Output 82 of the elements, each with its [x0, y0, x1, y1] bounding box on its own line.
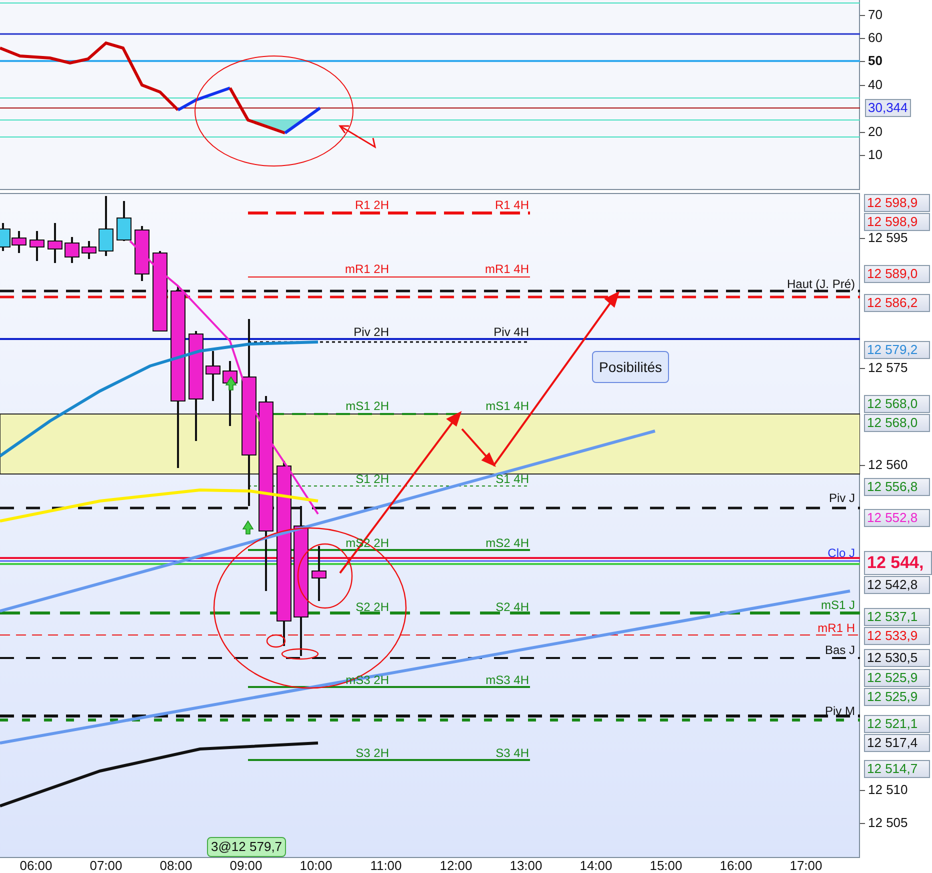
axis-tick-label: 60 [868, 30, 882, 46]
level-label: S3 2H [356, 746, 389, 760]
level-label: mS1 4H [486, 399, 529, 413]
price-tag: 12 552,8 [864, 509, 930, 527]
price-tag: 12 542,8 [864, 576, 930, 594]
level-label: Piv J [828, 491, 855, 505]
price-tag: 12 514,7 [864, 760, 930, 778]
arrow [338, 125, 376, 149]
price-tag: 12 537,1 [864, 608, 930, 626]
time-axis-label: 14:00 [578, 858, 614, 873]
axis-tick-label: 12 595 [868, 230, 908, 246]
axis-tick-label: 20 [868, 124, 882, 140]
annotation-label: Posibilités [592, 351, 670, 383]
level-label: mR1 2H [344, 262, 389, 276]
level-label: mS2 4H [486, 536, 529, 550]
level-label: Piv M [825, 704, 855, 718]
axis-tick-label: 12 505 [868, 815, 908, 831]
level-label: Clo J [828, 546, 855, 560]
time-axis-label: 11:00 [369, 858, 403, 873]
price-tag: 12 568,0 [864, 414, 930, 432]
level-label: S3 4H [496, 746, 529, 760]
candlestick [82, 241, 96, 259]
time-axis-label: 07:00 [88, 858, 124, 873]
level-label: Piv 2H [354, 325, 389, 339]
axis-tick-label: 10 [868, 147, 882, 163]
current-price-tag: 12 544, [864, 551, 932, 575]
time-axis-label: 17:00 [788, 858, 824, 873]
candlestick [12, 231, 26, 253]
price-tag: 12 586,2 [864, 294, 930, 312]
order-tag: 3@12 579,7 [207, 837, 286, 857]
level-label: S2 2H [356, 600, 389, 614]
candlestick [64, 237, 80, 263]
axis-tick-label: 70 [868, 7, 882, 23]
price-tag: 12 525,9 [864, 688, 930, 706]
candlestick [48, 223, 62, 263]
axis-tick-label: 40 [868, 77, 882, 93]
level-label: mS1 2H [346, 399, 389, 413]
candlestick [312, 546, 326, 601]
candlestick [134, 226, 150, 281]
level-label: mS3 4H [486, 673, 529, 687]
time-axis-label: 16:00 [718, 858, 754, 873]
axis-tick-label: 12 560 [868, 457, 908, 473]
level-label: Bas J [824, 643, 855, 657]
time-axis-label: 06:00 [18, 858, 54, 873]
candlestick [0, 223, 10, 251]
price-tag: 12 579,2 [864, 341, 930, 359]
price-tag: 12 556,8 [864, 478, 930, 496]
time-axis-label: 10:00 [298, 858, 334, 873]
time-axis-label: 13:00 [508, 858, 544, 873]
level-label: Piv 4H [494, 325, 529, 339]
level-label: S1 2H [356, 472, 389, 486]
axis-tick-label: 12 510 [868, 782, 908, 798]
axis-tick-label: 12 575 [868, 360, 908, 376]
time-axis-label: 09:00 [228, 858, 264, 873]
level-label: Haut (J. Pré) [786, 277, 855, 291]
time-axis-label: 15:00 [648, 858, 684, 873]
candlestick [206, 351, 220, 401]
axis-tick-label: 50 [868, 53, 882, 69]
price-tag: 12 525,9 [864, 669, 930, 687]
time-axis-label: 12:00 [438, 858, 474, 873]
candlestick [30, 231, 44, 261]
level-label: S1 4H [496, 472, 529, 486]
level-label: mS1 J [820, 598, 855, 612]
level-label: mR1 H [818, 621, 855, 635]
level-label: mR1 4H [484, 262, 529, 276]
price-tag: 12 517,4 [864, 734, 930, 752]
value-tag: 30,344 [865, 99, 911, 117]
level-label: R1 4H [494, 198, 529, 212]
price-tag: 12 533,9 [864, 627, 930, 645]
level-label: S2 4H [496, 600, 529, 614]
level-label: R1 2H [354, 198, 389, 212]
candlestick [98, 196, 114, 256]
up-arrow-icon [225, 376, 237, 390]
price-tag: 12 568,0 [864, 395, 930, 413]
candlestick [116, 201, 132, 241]
up-arrow-icon [242, 520, 254, 534]
price-tag: 12 598,9 [864, 213, 930, 231]
time-axis-label: 08:00 [158, 858, 194, 873]
price-tag: 12 598,9 [864, 194, 930, 212]
price-tag: 12 589,0 [864, 265, 930, 283]
price-tag: 12 530,5 [864, 649, 930, 667]
price-tag: 12 521,1 [864, 715, 930, 733]
